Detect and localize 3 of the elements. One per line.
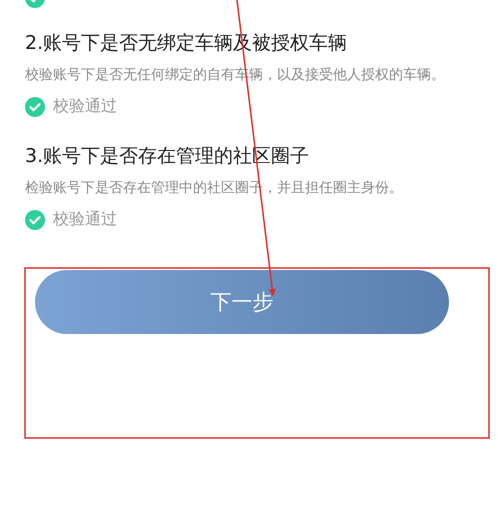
- status-text: 校验通过: [53, 209, 117, 230]
- next-button[interactable]: 下一步: [35, 270, 449, 334]
- status-text: 校验通过: [53, 96, 117, 117]
